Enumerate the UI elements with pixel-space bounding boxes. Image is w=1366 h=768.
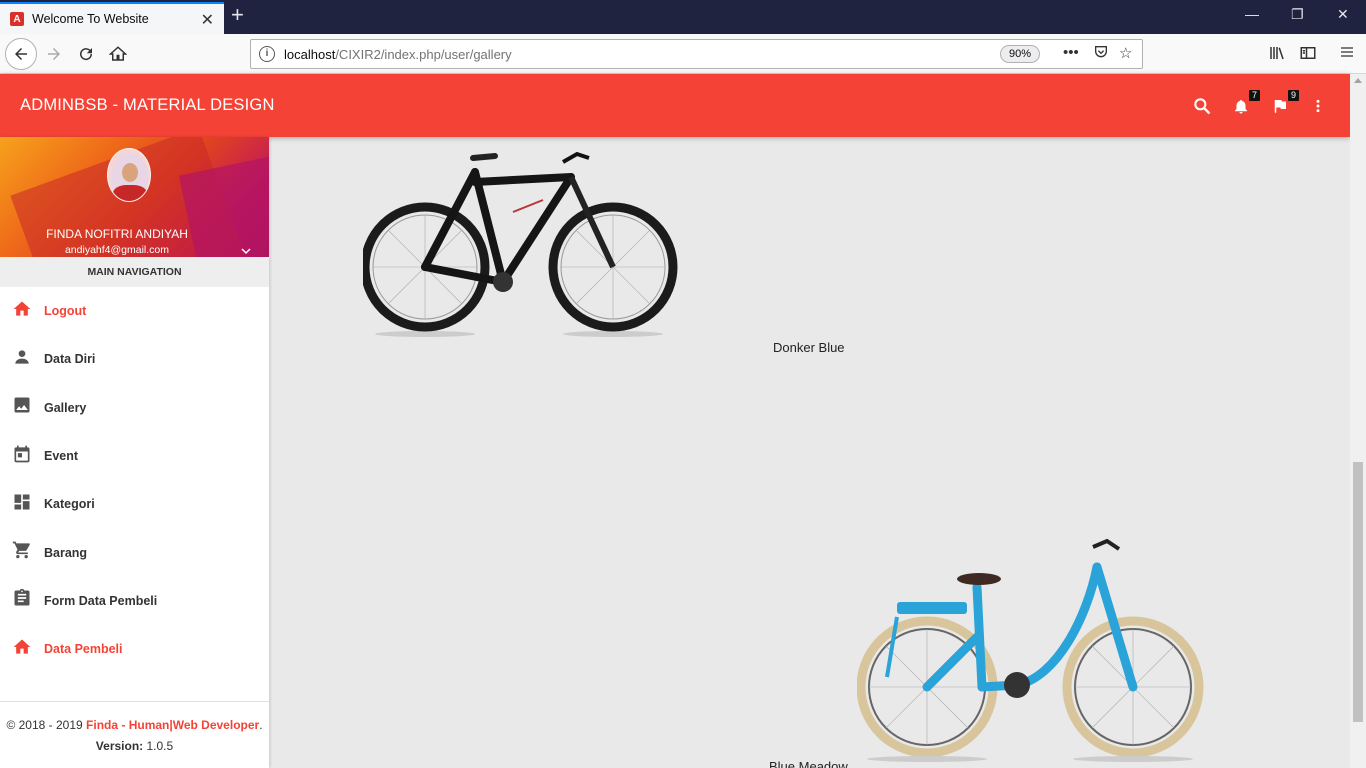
gallery-image-bike-black[interactable] <box>363 142 681 342</box>
page-scrollbar[interactable] <box>1350 74 1366 768</box>
sidebar-item-kategori[interactable]: Kategori <box>0 480 269 528</box>
sidebar-item-data-diri[interactable]: Data Diri <box>0 335 269 383</box>
cart-icon <box>12 540 32 565</box>
forward-icon[interactable] <box>40 40 68 68</box>
browser-nav-bar: i localhost/CIXIR2/index.php/user/galler… <box>0 34 1366 74</box>
sidebar-item-gallery[interactable]: Gallery <box>0 384 269 432</box>
copyright-text: © 2018 - 2019 <box>6 718 87 732</box>
sidebar-item-form-data-pembeli[interactable]: Form Data Pembeli <box>0 577 269 625</box>
more-vert-icon[interactable] <box>1310 96 1332 118</box>
version-line: Version: 1.0.5 <box>0 739 269 753</box>
chevron-down-icon[interactable] <box>240 244 252 256</box>
minimize-icon[interactable]: — <box>1245 6 1259 22</box>
search-icon[interactable] <box>1192 96 1214 118</box>
notifications-icon[interactable]: 7 <box>1232 90 1260 118</box>
tasks-badge: 9 <box>1288 90 1299 101</box>
gallery-caption: Donker Blue <box>773 340 845 355</box>
bookmark-star-icon[interactable]: ☆ <box>1119 44 1132 62</box>
page-actions-icon[interactable]: ••• <box>1063 44 1079 61</box>
home-icon <box>12 299 32 324</box>
clipboard-icon <box>12 588 32 613</box>
author-link[interactable]: Finda - Human|Web Developer <box>86 718 259 732</box>
sidebar-footer: © 2018 - 2019 Finda - Human|Web Develope… <box>0 701 269 768</box>
scroll-up-icon[interactable] <box>1354 78 1362 83</box>
url-text: localhost/CIXIR2/index.php/user/gallery <box>284 47 512 62</box>
tab-title: Welcome To Website <box>32 12 149 26</box>
version-number: 1.0.5 <box>143 739 174 753</box>
calendar-icon <box>12 444 32 469</box>
sidebar-item-data-pembeli[interactable]: Data Pembeli <box>0 625 269 673</box>
nav-header: MAIN NAVIGATION <box>0 257 269 287</box>
browser-tab-bar: A Welcome To Website ✕ + — ❐ ✕ <box>0 0 1366 34</box>
sidebar-item-label: Data Pembeli <box>44 642 123 657</box>
gallery-image-bike-blue[interactable] <box>857 527 1209 768</box>
url-host: localhost <box>284 47 336 62</box>
back-icon[interactable] <box>5 38 37 70</box>
sidebar-item-label: Form Data Pembeli <box>44 593 158 608</box>
scroll-thumb[interactable] <box>1353 462 1363 722</box>
image-icon <box>12 395 32 420</box>
sidebar-item-label: Data Diri <box>44 352 96 367</box>
reload-icon[interactable] <box>72 40 100 68</box>
dashboard-icon <box>12 492 32 517</box>
window-close-icon[interactable]: ✕ <box>1337 6 1349 23</box>
brand-title[interactable]: ADMINBSB - MATERIAL DESIGN <box>20 96 275 115</box>
sidebar-item-label: Event <box>44 449 79 464</box>
copyright-line: © 2018 - 2019 Finda - Human|Web Develope… <box>0 718 269 732</box>
site-info-icon[interactable]: i <box>259 46 275 62</box>
library-icon[interactable] <box>1268 44 1286 66</box>
new-tab-icon[interactable]: + <box>231 4 244 26</box>
sidebar-item-label: Gallery <box>44 400 87 415</box>
gallery-caption: Blue Meadow <box>769 759 848 768</box>
version-label: Version: <box>95 739 144 753</box>
browser-tab[interactable]: A Welcome To Website ✕ <box>0 2 224 34</box>
sidebar-item-logout[interactable]: Logout <box>0 287 269 335</box>
sidebar: FINDA NOFITRI ANDIYAH andiyahf4@gmail.co… <box>0 137 269 768</box>
copyright-period: . <box>259 718 263 732</box>
zoom-indicator[interactable]: 90% <box>1000 45 1040 63</box>
user-info-panel: FINDA NOFITRI ANDIYAH andiyahf4@gmail.co… <box>0 137 269 257</box>
user-email: andiyahf4@gmail.com <box>64 244 170 256</box>
home-icon <box>12 637 32 662</box>
tab-close-icon[interactable]: ✕ <box>201 10 214 30</box>
person-icon <box>12 347 32 372</box>
user-name: FINDA NOFITRI ANDIYAH <box>46 227 188 241</box>
url-path: /CIXIR2/index.php/user/gallery <box>335 47 512 62</box>
sidebar-menu: Logout Data Diri Gallery Event Kategori … <box>0 287 269 673</box>
address-bar[interactable]: i localhost/CIXIR2/index.php/user/galler… <box>250 39 1143 69</box>
pocket-icon[interactable] <box>1093 44 1109 64</box>
flag-icon[interactable]: 9 <box>1271 90 1299 118</box>
home-icon[interactable] <box>104 40 132 68</box>
app-header: ADMINBSB - MATERIAL DESIGN 7 9 <box>0 74 1350 137</box>
menu-icon[interactable] <box>1339 44 1355 64</box>
avatar[interactable] <box>107 148 151 202</box>
sidebar-item-barang[interactable]: Barang <box>0 528 269 576</box>
sidebar-item-label: Barang <box>44 545 88 560</box>
restore-icon[interactable]: ❐ <box>1291 6 1304 23</box>
notifications-badge: 7 <box>1249 90 1260 101</box>
favicon-icon: A <box>10 12 24 26</box>
sidebar-item-event[interactable]: Event <box>0 432 269 480</box>
sidebar-item-label: Logout <box>44 304 87 319</box>
sidebar-toggle-icon[interactable] <box>1299 44 1317 66</box>
sidebar-item-label: Kategori <box>44 497 95 512</box>
gallery-content: Donker Blue Blue Meadow <box>269 137 1350 768</box>
